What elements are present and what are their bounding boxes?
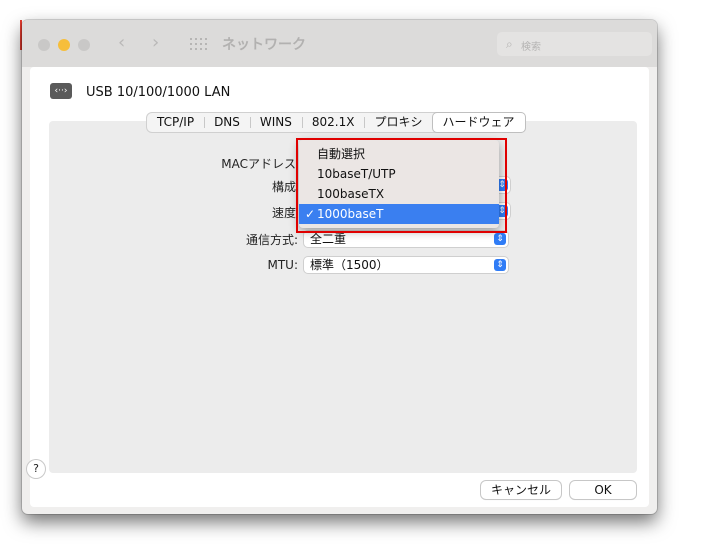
duplex-popup[interactable]: 全二重 ⇕ xyxy=(304,231,508,247)
ok-button[interactable]: OK xyxy=(570,481,636,499)
search-icon: ⌕ xyxy=(506,37,513,51)
tab-dns[interactable]: DNS xyxy=(204,113,250,132)
duplex-value: 全二重 xyxy=(310,232,347,246)
zoom-traffic-light[interactable] xyxy=(78,39,90,51)
duplex-stepper-icon: ⇕ xyxy=(494,233,506,245)
mtu-value: 標準（1500） xyxy=(310,258,389,272)
window-title: ネットワーク xyxy=(222,37,306,53)
mtu-popup[interactable]: 標準（1500） ⇕ xyxy=(304,257,508,273)
search-placeholder: 検索 xyxy=(521,42,541,53)
mtu-stepper-icon: ⇕ xyxy=(494,259,506,271)
tab-bar: TCP/IP DNS WINS 802.1X プロキシ ハードウェア xyxy=(147,113,525,132)
annotation-highlight-box xyxy=(296,138,507,233)
minimize-traffic-light[interactable] xyxy=(58,39,70,51)
cancel-button[interactable]: キャンセル xyxy=(481,481,561,499)
speed-label: 速度 xyxy=(271,206,296,220)
device-name: USB 10/100/1000 LAN xyxy=(86,85,231,100)
tab-proxy[interactable]: プロキシ xyxy=(364,113,432,132)
back-icon[interactable]: ‹ xyxy=(118,31,125,55)
ethernet-icon: ‹··› xyxy=(50,83,72,99)
tab-wins[interactable]: WINS xyxy=(249,113,302,132)
tab-8021x[interactable]: 802.1X xyxy=(301,113,365,132)
duplex-label: 通信方式: xyxy=(245,233,298,247)
show-all-grid-icon[interactable] xyxy=(190,38,207,50)
title-bar: ‹ › ネットワーク ⌕ 検索 xyxy=(22,20,657,67)
hardware-sheet: ‹··› USB 10/100/1000 LAN TCP/IP DNS WINS… xyxy=(30,67,649,507)
close-traffic-light[interactable] xyxy=(38,39,50,51)
help-button[interactable]: ? xyxy=(27,460,45,478)
search-field[interactable]: ⌕ 検索 xyxy=(497,32,652,56)
mac-address-label: MACアドレス xyxy=(221,157,296,171)
forward-icon[interactable]: › xyxy=(152,31,159,55)
mtu-label: MTU: xyxy=(267,258,298,272)
tab-tcpip[interactable]: TCP/IP xyxy=(147,113,204,132)
tab-hardware[interactable]: ハードウェア xyxy=(432,113,525,132)
config-label: 構成 xyxy=(271,180,296,194)
